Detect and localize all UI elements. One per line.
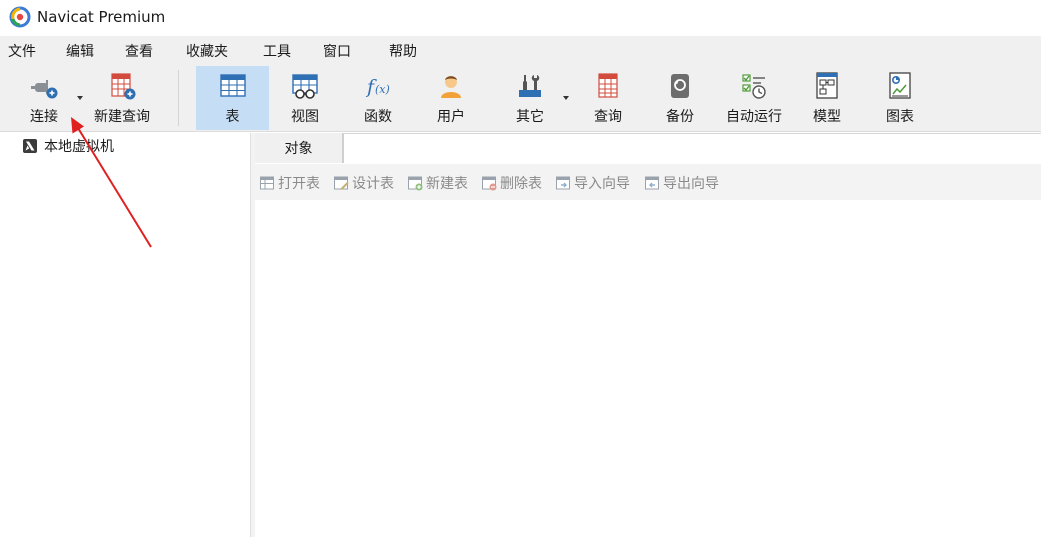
design-table-icon [334, 176, 349, 190]
window-title: Navicat Premium [37, 8, 166, 26]
other-dropdown-icon[interactable] [562, 94, 570, 102]
backup-icon [671, 74, 689, 98]
design-table-button[interactable]: 设计表 [333, 173, 394, 193]
svg-text:(x): (x) [375, 83, 390, 96]
model-label: 模型 [813, 109, 841, 125]
navigation-pane: 本地虚拟机 [0, 133, 251, 537]
menu-file[interactable]: 文件 [8, 41, 36, 61]
main-toolbar: 连接 新建查询 表 视图 f (x) 函数 用户 其它 查询 备份 自动运行 模… [0, 64, 1041, 132]
chart-label: 图表 [886, 109, 914, 125]
menu-window[interactable]: 窗口 [323, 41, 351, 61]
connection-item[interactable]: 本地虚拟机 [22, 136, 114, 156]
open-table-button[interactable]: 打开表 [259, 173, 320, 193]
view-icon [292, 74, 318, 99]
menu-help[interactable]: 帮助 [389, 41, 417, 61]
automation-label: 自动运行 [726, 109, 782, 125]
new-table-label: 新建表 [426, 176, 468, 192]
menu-favorites[interactable]: 收藏夹 [186, 41, 228, 61]
automation-icon [742, 74, 766, 99]
new-table-icon [408, 176, 423, 191]
connect-button[interactable]: 连接 [22, 66, 66, 130]
model-button[interactable]: 模型 [792, 66, 862, 130]
connect-dropdown-icon[interactable] [76, 94, 84, 102]
tools-icon [519, 75, 541, 97]
other-label: 其它 [516, 109, 544, 125]
view-label: 视图 [291, 109, 319, 125]
chart-icon [889, 72, 911, 99]
view-button[interactable]: 视图 [270, 66, 340, 130]
query-icon [598, 73, 618, 98]
chart-button[interactable]: 图表 [865, 66, 935, 130]
navicat-logo-icon [9, 6, 31, 28]
menu-edit[interactable]: 编辑 [66, 41, 94, 61]
export-wizard-label: 导出向导 [663, 176, 719, 192]
function-icon: f (x) [365, 76, 390, 98]
new-query-button[interactable]: 新建查询 [88, 66, 156, 130]
delete-table-label: 删除表 [500, 176, 542, 192]
plug-icon [31, 80, 58, 99]
tab-strip-empty [343, 133, 1041, 163]
import-wizard-icon [556, 176, 570, 190]
open-table-icon [260, 176, 274, 190]
tab-bar: 对象 [255, 133, 1041, 163]
function-button[interactable]: f (x) 函数 [343, 66, 413, 130]
function-label: 函数 [364, 109, 392, 125]
menu-tools[interactable]: 工具 [263, 41, 291, 61]
other-button[interactable]: 其它 [494, 66, 566, 130]
connect-label: 连接 [30, 109, 58, 125]
connection-label: 本地虚拟机 [44, 139, 114, 155]
model-icon [816, 72, 838, 99]
new-query-icon [111, 73, 136, 100]
import-wizard-label: 导入向导 [574, 176, 630, 192]
delete-table-icon [482, 176, 497, 191]
query-button[interactable]: 查询 [574, 66, 642, 130]
backup-button[interactable]: 备份 [646, 66, 714, 130]
export-wizard-button[interactable]: 导出向导 [644, 173, 719, 193]
object-toolbar: 打开表 设计表 新建表 删除表 导入向导 导出向导 [255, 164, 1041, 200]
user-button[interactable]: 用户 [416, 66, 486, 130]
user-icon [441, 76, 461, 98]
design-table-label: 设计表 [352, 176, 394, 192]
table-label: 表 [225, 109, 240, 125]
user-label: 用户 [437, 109, 465, 125]
toolbar-separator [178, 70, 179, 126]
title-bar: Navicat Premium [0, 0, 1041, 34]
export-wizard-icon [645, 176, 659, 190]
query-label: 查询 [594, 109, 622, 125]
table-icon [219, 74, 246, 97]
import-wizard-button[interactable]: 导入向导 [555, 173, 630, 193]
delete-table-button[interactable]: 删除表 [481, 173, 542, 193]
open-table-label: 打开表 [278, 176, 320, 192]
connection-icon [23, 139, 37, 153]
new-table-button[interactable]: 新建表 [407, 173, 468, 193]
backup-label: 备份 [666, 109, 694, 125]
tab-objects[interactable]: 对象 [255, 133, 343, 163]
menu-bar: 文件 编辑 查看 收藏夹 工具 窗口 帮助 [0, 36, 1041, 64]
table-button[interactable]: 表 [196, 66, 269, 130]
menu-view[interactable]: 查看 [125, 41, 153, 61]
object-list[interactable] [255, 200, 1041, 537]
automation-button[interactable]: 自动运行 [720, 66, 788, 130]
new-query-label: 新建查询 [94, 109, 150, 125]
